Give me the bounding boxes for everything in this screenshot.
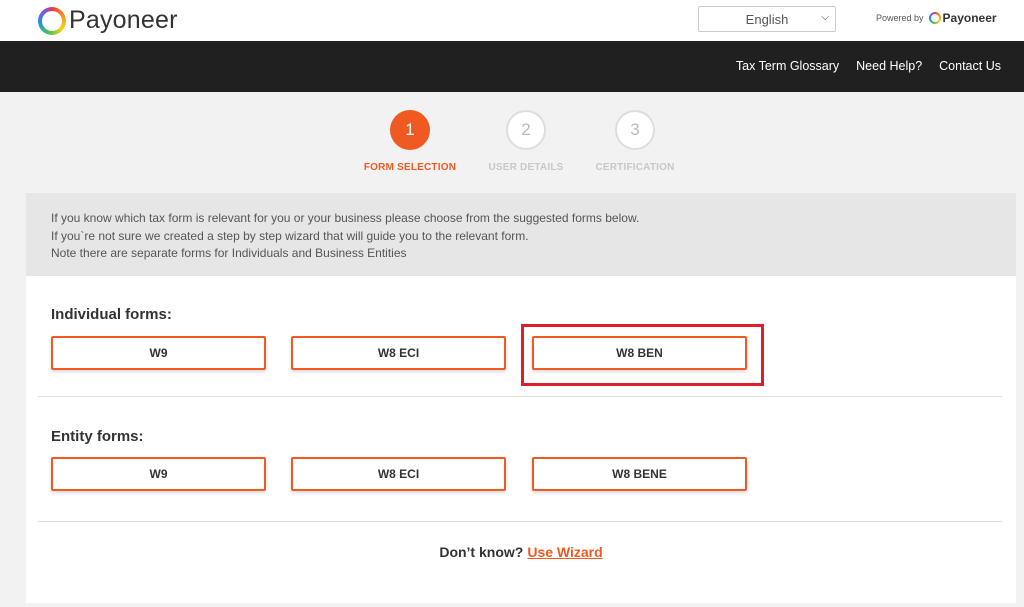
payoneer-logo[interactable]: Payoneer (38, 6, 178, 35)
entity-w9-button[interactable]: W9 (51, 457, 266, 491)
chevron-down-icon: ⌵ (821, 12, 829, 23)
powered-by: Powered by Payoneer (876, 11, 997, 25)
powered-by-brand: Payoneer (942, 11, 997, 25)
info-notice: If you know which tax form is relevant f… (26, 193, 1016, 276)
use-wizard-link[interactable]: Use Wizard (527, 544, 602, 560)
dont-know-text: Don’t know? (439, 544, 524, 560)
nav-tax-term-glossary[interactable]: Tax Term Glossary (736, 59, 839, 73)
individual-forms-title: Individual forms: (51, 306, 172, 323)
step-form-selection: 1 FORM SELECTION (350, 110, 470, 173)
logo-text: Payoneer (69, 6, 178, 34)
top-header: Payoneer English ⌵ Powered by Payoneer (0, 0, 1024, 41)
language-select[interactable]: English ⌵ (698, 6, 836, 32)
powered-by-label: Powered by (876, 13, 924, 23)
step-user-details: 2 USER DETAILS (466, 110, 586, 173)
individual-w9-button[interactable]: W9 (51, 336, 266, 370)
entity-forms-title: Entity forms: (51, 428, 144, 445)
entity-w8eci-button[interactable]: W8 ECI (291, 457, 506, 491)
step-number: 2 (506, 110, 546, 150)
step-label: FORM SELECTION (363, 162, 457, 173)
nav-need-help[interactable]: Need Help? (856, 59, 922, 73)
step-label: USER DETAILS (488, 162, 564, 173)
notice-line: Note there are separate forms for Indivi… (51, 246, 407, 260)
section-divider (38, 521, 1002, 522)
highlight-box (521, 324, 764, 386)
payoneer-ring-icon (38, 6, 66, 35)
step-certification: 3 CERTIFICATION (575, 110, 695, 173)
navbar: Tax Term Glossary Need Help? Contact Us (0, 41, 1024, 92)
form-selection-card: If you know which tax form is relevant f… (26, 193, 1016, 603)
step-label: CERTIFICATION (595, 162, 675, 173)
step-number: 1 (390, 110, 430, 150)
section-divider (38, 396, 1002, 397)
notice-line: If you`re not sure we created a step by … (51, 228, 529, 243)
nav-contact-us[interactable]: Contact Us (939, 59, 1001, 73)
individual-w8eci-button[interactable]: W8 ECI (291, 336, 506, 370)
step-progress: 1 FORM SELECTION 2 USER DETAILS 3 CERTIF… (0, 110, 1024, 180)
step-number: 3 (615, 110, 655, 150)
dont-know-prompt: Don’t know? Use Wizard (26, 544, 1016, 560)
nav-links: Tax Term Glossary Need Help? Contact Us (736, 59, 1001, 73)
language-selected: English (745, 11, 789, 27)
notice-line: If you know which tax form is relevant f… (51, 211, 640, 225)
entity-w8bene-button[interactable]: W8 BENE (532, 457, 747, 491)
payoneer-mini-ring-icon (928, 12, 941, 24)
